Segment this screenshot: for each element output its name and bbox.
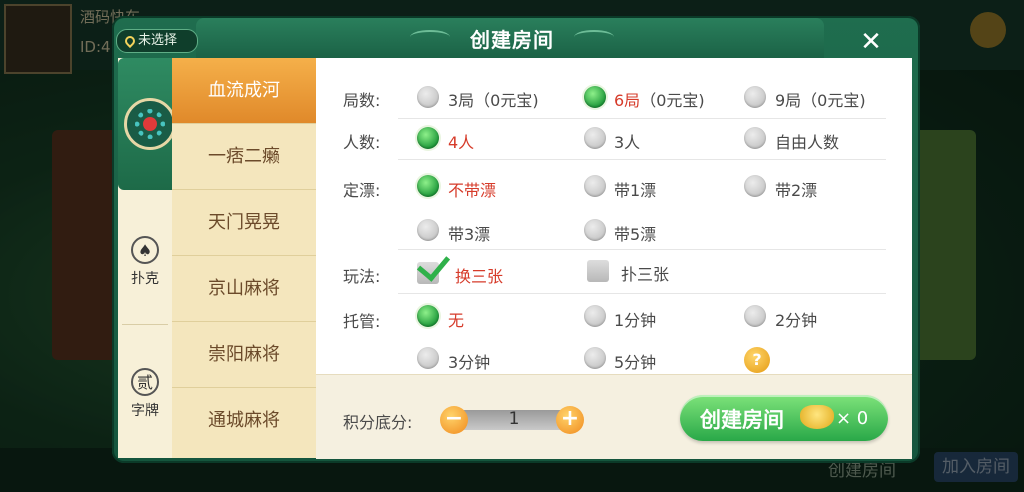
piao-radio[interactable] (417, 175, 439, 197)
players-radio[interactable] (417, 127, 439, 149)
game-item[interactable]: 天门晃晃 (172, 190, 316, 256)
location-label: 未选择 (138, 33, 178, 48)
players-label: 人数: (343, 133, 381, 152)
category-tab-poker[interactable]: ♠ 扑克 (118, 236, 172, 356)
auto-radio[interactable] (417, 347, 439, 369)
auto-radio[interactable] (584, 305, 606, 327)
mahjong-tile-icon (124, 98, 176, 150)
piao-radio[interactable] (584, 175, 606, 197)
piao-option[interactable]: 带2漂 (775, 177, 817, 201)
help-icon[interactable]: ? (744, 347, 770, 373)
create-room-cost: × 0 (836, 408, 869, 429)
row-divider (398, 159, 886, 160)
players-option[interactable]: 4人 (448, 129, 474, 153)
row-divider (398, 249, 886, 250)
close-icon[interactable]: ✕ (856, 28, 886, 58)
category-tab-character[interactable]: 贰 字牌 (118, 368, 172, 488)
ingot-icon (800, 405, 834, 429)
piao-label: 定漂: (343, 181, 381, 200)
rounds-radio[interactable] (417, 86, 439, 108)
piao-radio[interactable] (417, 219, 439, 241)
rounds-option[interactable]: 9局（0元宝) (775, 87, 866, 111)
decrement-button[interactable]: − (440, 406, 468, 434)
piao-radio[interactable] (744, 175, 766, 197)
character-tile-icon: 贰 (131, 368, 159, 396)
row-divider (398, 293, 886, 294)
create-room-button-label: 创建房间 (700, 408, 784, 432)
piao-option[interactable]: 带3漂 (448, 221, 490, 245)
players-radio[interactable] (584, 127, 606, 149)
increment-button[interactable]: + (556, 406, 584, 434)
location-selector[interactable]: 未选择 (116, 29, 198, 53)
category-label: 扑克 (131, 271, 159, 287)
auto-option[interactable]: 5分钟 (614, 349, 656, 373)
piao-option[interactable]: 带5漂 (614, 221, 656, 245)
auto-option[interactable]: 2分钟 (775, 307, 817, 331)
row-divider (398, 118, 886, 119)
play-checkbox[interactable] (587, 260, 609, 282)
spade-icon: ♠ (131, 236, 159, 264)
base-score-label: 积分底分: (343, 413, 413, 432)
game-item[interactable]: 京山麻将 (172, 256, 316, 322)
play-label: 玩法: (343, 267, 381, 286)
auto-option[interactable]: 3分钟 (448, 349, 490, 373)
category-label: 字牌 (131, 403, 159, 419)
players-option[interactable]: 自由人数 (775, 129, 839, 153)
rounds-option[interactable]: 6局（0元宝) (614, 87, 705, 111)
rounds-radio[interactable] (744, 86, 766, 108)
players-option[interactable]: 3人 (614, 129, 640, 153)
rounds-radio[interactable] (584, 86, 606, 108)
game-item[interactable]: 崇阳麻将 (172, 322, 316, 388)
auto-option[interactable]: 无 (448, 307, 464, 331)
rounds-option[interactable]: 3局（0元宝) (448, 87, 539, 111)
play-option[interactable]: 扑三张 (621, 261, 669, 285)
game-item[interactable]: 血流成河 (172, 58, 316, 124)
play-option[interactable]: 换三张 (455, 263, 503, 287)
auto-option[interactable]: 1分钟 (614, 307, 656, 331)
auto-label: 托管: (343, 312, 381, 331)
rounds-label: 局数: (343, 91, 381, 110)
auto-radio[interactable] (417, 305, 439, 327)
location-pin-icon (122, 33, 138, 49)
auto-radio[interactable] (584, 347, 606, 369)
piao-option[interactable]: 不带漂 (448, 177, 496, 201)
game-item[interactable]: 通城麻将 (172, 388, 316, 458)
piao-radio[interactable] (584, 219, 606, 241)
auto-radio[interactable] (744, 305, 766, 327)
piao-option[interactable]: 带1漂 (614, 177, 656, 201)
players-radio[interactable] (744, 127, 766, 149)
game-item[interactable]: 一痞二癞 (172, 124, 316, 190)
